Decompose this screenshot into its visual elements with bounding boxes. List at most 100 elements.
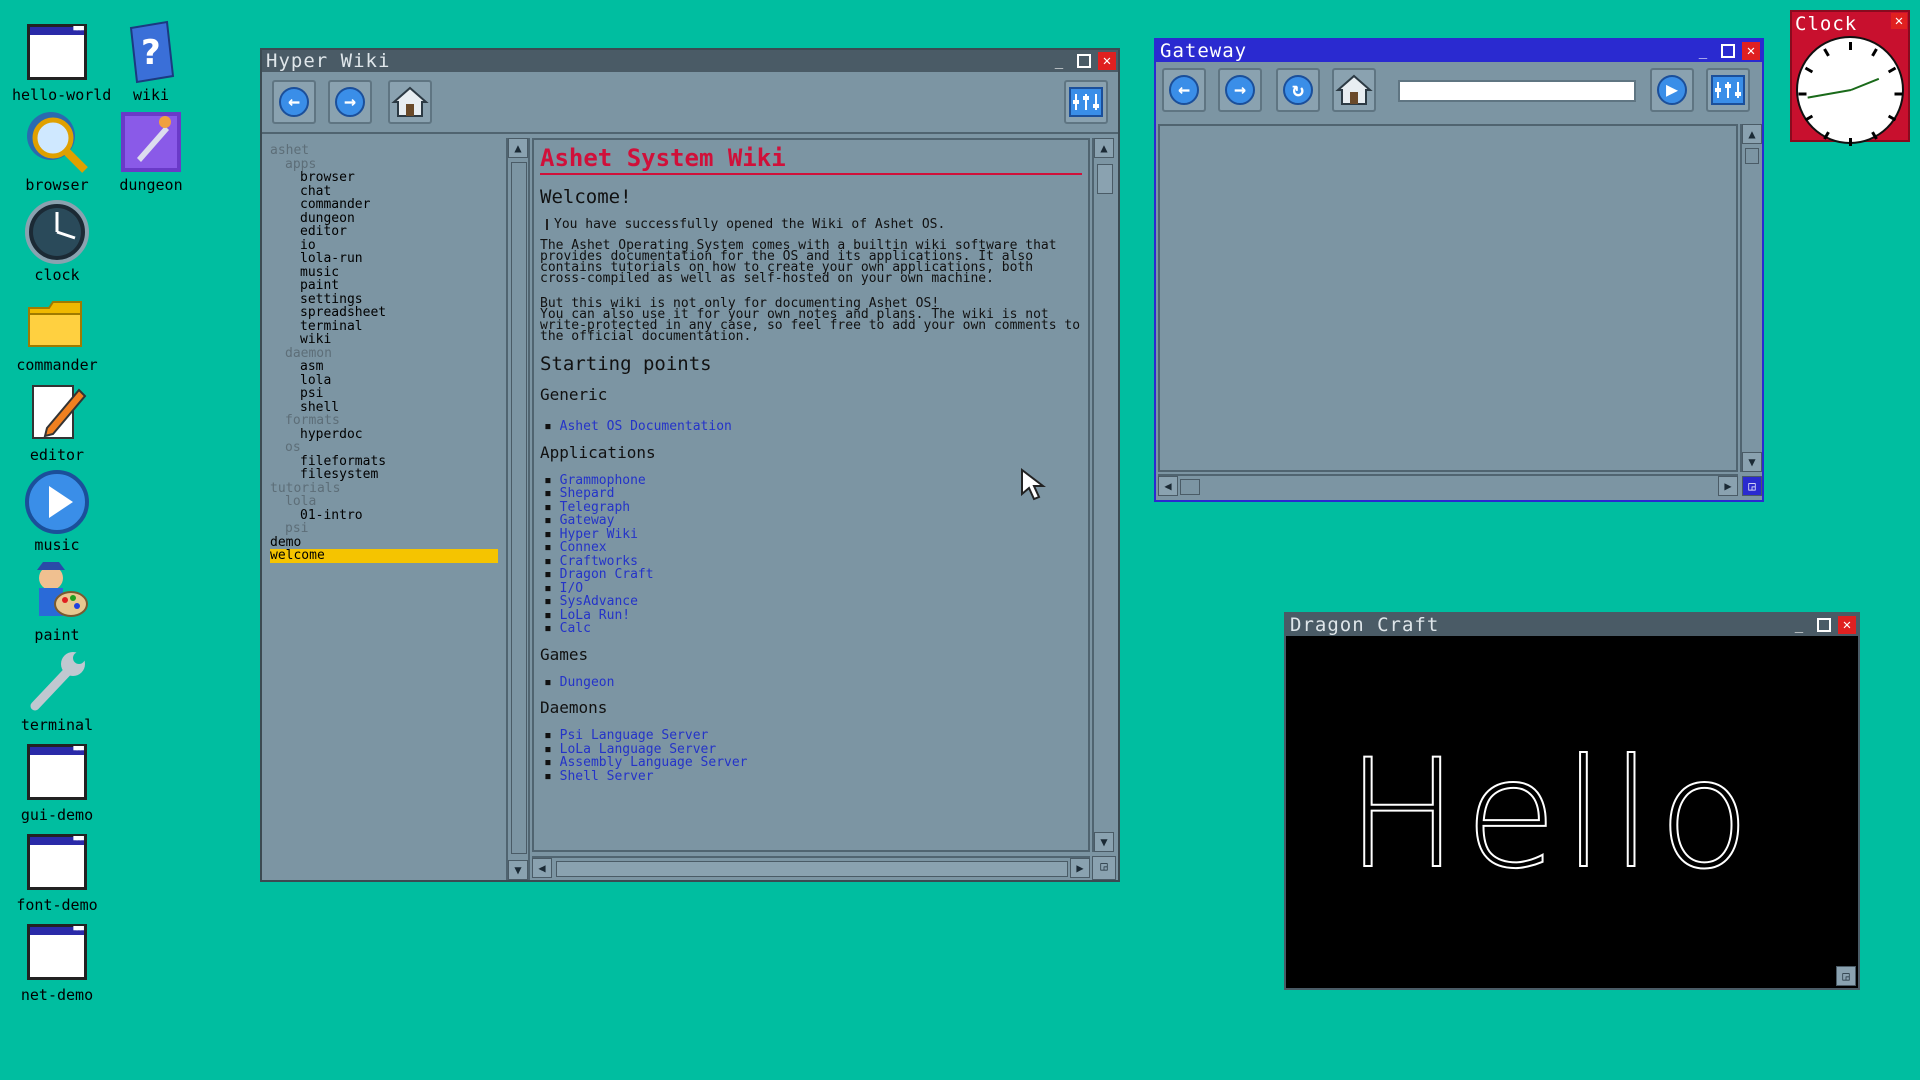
desktop-icon-editor[interactable]: editor	[12, 378, 102, 463]
tree-item[interactable]: spreadsheet	[270, 306, 498, 320]
tree-item[interactable]: lola-run	[270, 252, 498, 266]
minimize-icon[interactable]: _	[1694, 42, 1712, 60]
reload-button[interactable]: ↻	[1276, 68, 1320, 112]
drawing-canvas[interactable]: Hello	[1286, 636, 1858, 988]
wiki-link[interactable]: Calc	[544, 622, 1082, 636]
scroll-up-icon[interactable]: ▲	[508, 138, 528, 158]
desktop-icon-browser[interactable]: browser	[12, 108, 102, 193]
tree-item[interactable]: hyperdoc	[270, 427, 498, 442]
tree-item[interactable]: chat	[270, 184, 498, 199]
tree-item[interactable]: 01-intro	[270, 508, 498, 523]
tree-item[interactable]: formats	[270, 414, 498, 428]
document-vertical-scrollbar[interactable]: ▲ ▼	[1092, 138, 1116, 852]
wiki-link[interactable]: Dungeon	[544, 675, 1082, 690]
scroll-down-icon[interactable]: ▼	[508, 860, 528, 880]
tree-item[interactable]: daemon	[270, 346, 498, 361]
desktop-icon-gui-demo[interactable]: gui-demo	[12, 738, 102, 823]
tree-item[interactable]: ashet	[270, 144, 498, 158]
scroll-right-icon[interactable]: ▶	[1718, 476, 1738, 496]
desktop-icon-paint[interactable]: paint	[12, 558, 102, 643]
document-horizontal-scrollbar[interactable]: ◀ ▶	[532, 856, 1090, 880]
desktop-icon-net-demo[interactable]: net-demo	[12, 918, 102, 1003]
tree-item[interactable]: asm	[270, 360, 498, 374]
wiki-link[interactable]: Grammophone	[544, 473, 1082, 488]
tree-item[interactable]: welcome	[270, 549, 498, 563]
tree-item[interactable]: demo	[270, 535, 498, 550]
scroll-left-icon[interactable]: ◀	[1158, 476, 1178, 496]
tree-item[interactable]: terminal	[270, 319, 498, 334]
close-icon[interactable]: ✕	[1098, 52, 1116, 70]
tree-item[interactable]: tutorials	[270, 481, 498, 496]
scroll-thumb[interactable]	[1097, 164, 1113, 194]
gateway-horizontal-scrollbar[interactable]: ◀ ▶	[1158, 474, 1738, 496]
desktop-icon-music[interactable]: music	[12, 468, 102, 553]
wiki-link[interactable]: Shepard	[544, 487, 1082, 501]
gateway-titlebar[interactable]: Gateway _ ✕	[1156, 40, 1762, 62]
desktop-icon-font-demo[interactable]: font-demo	[12, 828, 102, 913]
wiki-link[interactable]: Ashet OS Documentation	[544, 420, 1082, 434]
wiki-link[interactable]: SysAdvance	[544, 595, 1082, 609]
wiki-link[interactable]: Telegraph	[544, 500, 1082, 515]
close-icon[interactable]: ✕	[1838, 616, 1856, 634]
wiki-link[interactable]: Psi Language Server	[544, 729, 1082, 743]
resize-grip-icon[interactable]: ◲	[1092, 856, 1116, 880]
wiki-link[interactable]: Assembly Language Server	[544, 756, 1082, 770]
tree-item[interactable]: os	[270, 441, 498, 455]
scroll-track[interactable]	[511, 162, 527, 854]
tree-item[interactable]: psi	[270, 522, 498, 536]
desktop-icon-wiki[interactable]: ? wiki	[106, 18, 196, 103]
maximize-icon[interactable]	[1721, 44, 1735, 58]
wiki-link[interactable]: I/O	[544, 581, 1082, 596]
scroll-right-icon[interactable]: ▶	[1070, 858, 1090, 878]
menu-button[interactable]	[1064, 80, 1108, 124]
gateway-vertical-scrollbar[interactable]: ▲ ▼	[1740, 124, 1762, 472]
resize-grip-icon[interactable]: ◲	[1742, 476, 1762, 496]
scroll-thumb[interactable]	[1745, 148, 1759, 164]
tree-item[interactable]: fileformats	[270, 454, 498, 469]
maximize-icon[interactable]	[1077, 54, 1091, 68]
desktop-icon-commander[interactable]: commander	[12, 288, 102, 373]
desktop-icon-hello-world[interactable]: hello-world	[12, 18, 111, 103]
tree-item[interactable]: filesystem	[270, 468, 498, 482]
go-button[interactable]: ▶	[1650, 68, 1694, 112]
scroll-thumb[interactable]	[1180, 479, 1200, 495]
close-icon[interactable]: ✕	[1891, 13, 1907, 29]
tree-item[interactable]: lola	[270, 373, 498, 388]
wiki-link[interactable]: Gateway	[544, 514, 1082, 528]
menu-button[interactable]	[1706, 68, 1750, 112]
address-input[interactable]	[1398, 80, 1636, 102]
wiki-link[interactable]: Craftworks	[544, 554, 1082, 569]
tree-item[interactable]: commander	[270, 198, 498, 212]
scroll-thumb[interactable]	[556, 861, 1068, 877]
tree-item[interactable]: dungeon	[270, 211, 498, 226]
desktop-icon-dungeon[interactable]: dungeon	[106, 108, 196, 193]
scroll-down-icon[interactable]: ▼	[1742, 452, 1762, 472]
tree-scrollbar[interactable]: ▲ ▼	[506, 138, 530, 880]
close-icon[interactable]: ✕	[1742, 42, 1760, 60]
clock-titlebar[interactable]: Clock ✕	[1792, 12, 1908, 35]
home-button[interactable]	[1332, 68, 1376, 112]
wiki-link[interactable]: LoLa Run!	[544, 608, 1082, 623]
gateway-content-area[interactable]	[1158, 124, 1738, 472]
tree-item[interactable]: editor	[270, 225, 498, 239]
desktop-icon-terminal[interactable]: terminal	[12, 648, 102, 733]
scroll-up-icon[interactable]: ▲	[1094, 138, 1114, 158]
tree-item[interactable]: browser	[270, 171, 498, 185]
tree-item[interactable]: music	[270, 265, 498, 280]
dragoncraft-titlebar[interactable]: Dragon Craft _ ✕	[1286, 614, 1858, 636]
tree-item[interactable]: apps	[270, 157, 498, 172]
back-button[interactable]: ←	[272, 80, 316, 124]
scroll-down-icon[interactable]: ▼	[1094, 832, 1114, 852]
tree-item[interactable]: wiki	[270, 333, 498, 347]
maximize-icon[interactable]	[1817, 618, 1831, 632]
wiki-link[interactable]: LoLa Language Server	[544, 742, 1082, 757]
wiki-link[interactable]: Connex	[544, 541, 1082, 555]
forward-button[interactable]: →	[1218, 68, 1262, 112]
minimize-icon[interactable]: _	[1790, 616, 1808, 634]
wiki-link[interactable]: Shell Server	[544, 769, 1082, 784]
desktop-icon-clock[interactable]: clock	[12, 198, 102, 283]
wiki-link[interactable]: Dragon Craft	[544, 568, 1082, 582]
resize-grip-icon[interactable]: ◲	[1836, 966, 1856, 986]
tree-item[interactable]: shell	[270, 400, 498, 415]
hyperwiki-titlebar[interactable]: Hyper Wiki _ ✕	[262, 50, 1118, 72]
